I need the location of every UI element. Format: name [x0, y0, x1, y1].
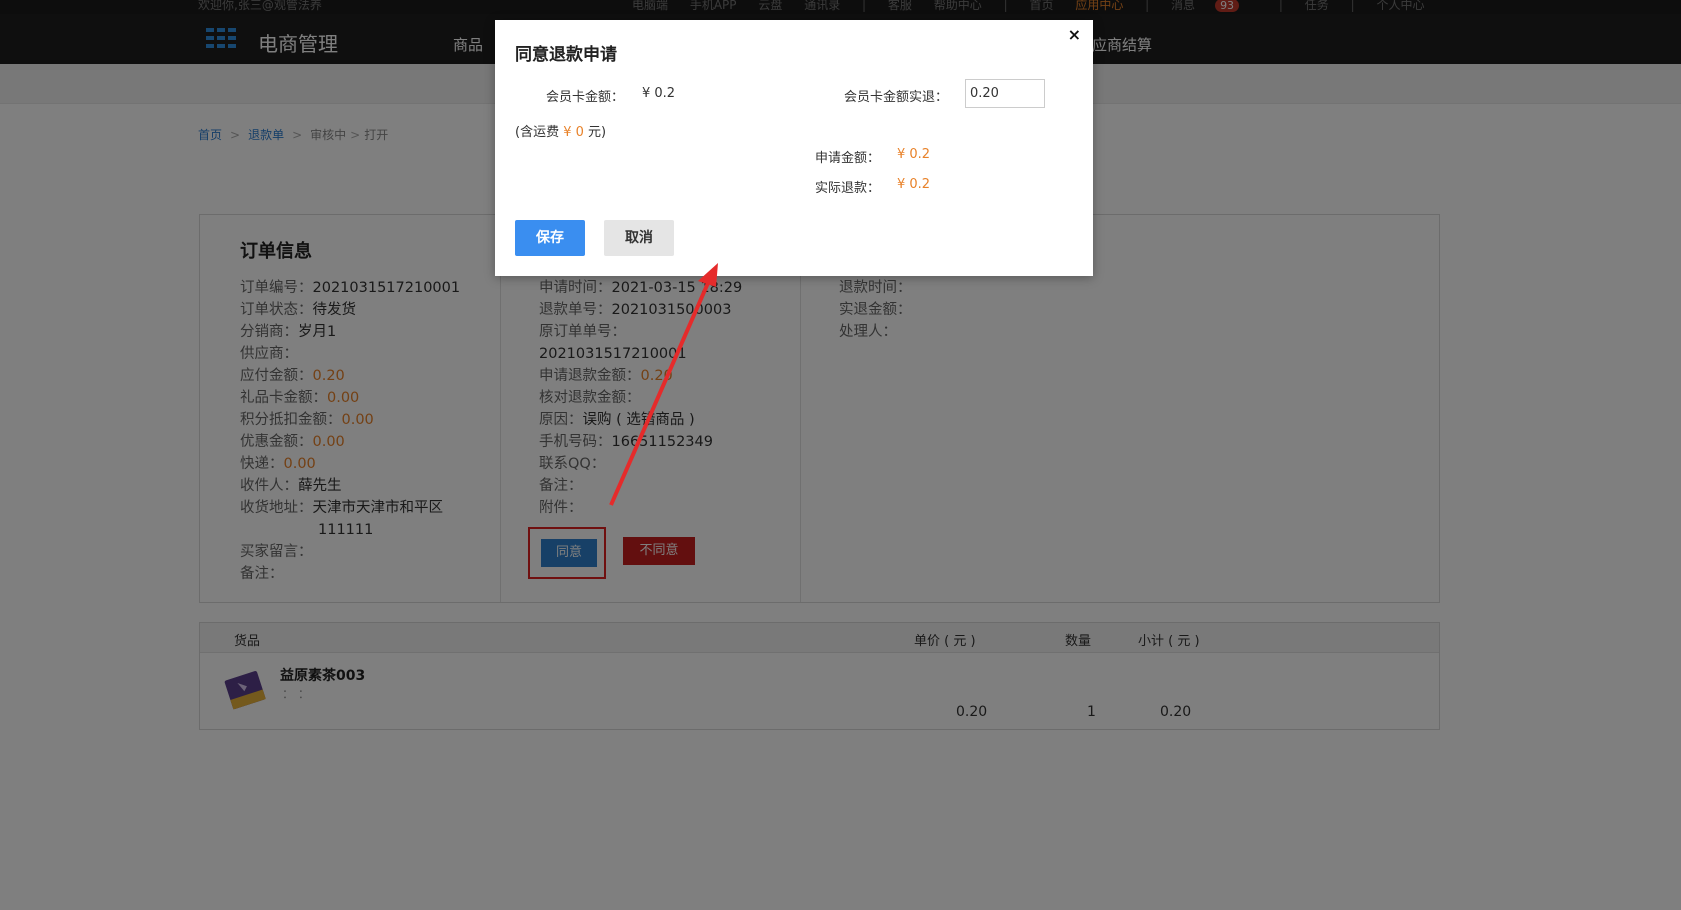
card-amount-label: 会员卡金额：: [546, 90, 625, 105]
close-icon[interactable]: ×: [1068, 25, 1081, 44]
agree-refund-dialog: × 同意退款申请 会员卡金额： ¥ 0.2 会员卡金额实退： (含运费 ¥ 0 …: [495, 20, 1093, 276]
actual-refund-value: ¥ 0.2: [897, 177, 931, 192]
shipping-note: (含运费 ¥ 0 元): [515, 121, 606, 140]
shipping-suffix: 元): [588, 125, 607, 140]
shipping-prefix: (含运费: [515, 125, 560, 140]
dialog-title: 同意退款申请: [515, 45, 617, 65]
card-amount: ¥ 0.2: [642, 86, 676, 101]
cancel-button[interactable]: 取消: [604, 220, 674, 256]
card-refund-input[interactable]: [965, 79, 1045, 108]
actual-refund-label: 实际退款：: [815, 181, 881, 196]
apply-amount-label: 申请金额：: [815, 151, 881, 166]
apply-amount-value: ¥ 0.2: [897, 147, 931, 162]
card-refund-label: 会员卡金额实退：: [844, 90, 949, 105]
save-button[interactable]: 保存: [515, 220, 585, 256]
shipping-value: ¥ 0: [563, 125, 584, 140]
